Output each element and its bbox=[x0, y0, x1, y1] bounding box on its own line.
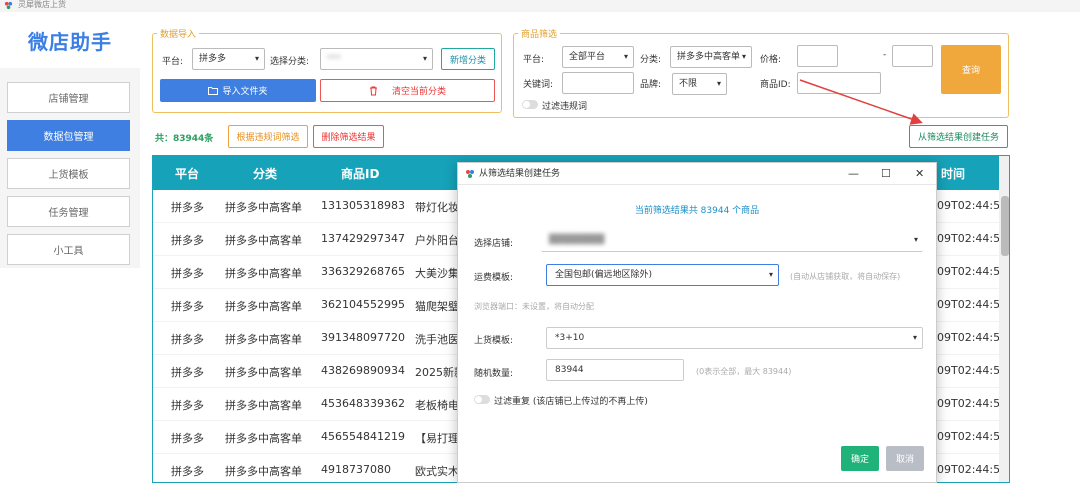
random-count-input[interactable]: 83944 bbox=[546, 359, 684, 381]
dialog-title: 从筛选结果创建任务 bbox=[479, 169, 561, 179]
close-icon[interactable]: ✕ bbox=[915, 163, 924, 185]
chevron-down-icon: ▾ bbox=[912, 333, 917, 342]
dedupe-label: 过滤重复 (该店铺已上传过的不再上传) bbox=[494, 397, 648, 407]
chevron-down-icon: ▾ bbox=[913, 235, 918, 244]
template-label: 上货模板: bbox=[474, 336, 514, 346]
shipping-value: 全国包邮(偏远地区除外) bbox=[555, 270, 653, 280]
dialog-summary: 当前筛选结果共 83944 个商品 bbox=[634, 206, 760, 216]
confirm-button[interactable]: 确定 bbox=[841, 446, 879, 471]
browser-port-note: 浏览器端口：未设置，将自动分配 bbox=[474, 302, 594, 311]
dedupe-toggle[interactable] bbox=[474, 395, 490, 404]
store-select[interactable]: ████████ ▾ bbox=[541, 230, 923, 252]
random-count-hint: (0表示全部，最大 83944) bbox=[696, 367, 792, 376]
dialog-titlebar: 从筛选结果创建任务 — ☐ ✕ bbox=[458, 163, 936, 185]
cancel-button[interactable]: 取消 bbox=[886, 446, 924, 471]
arrow-to-create-task bbox=[799, 79, 923, 125]
app-icon bbox=[466, 170, 474, 178]
maximize-icon[interactable]: ☐ bbox=[881, 163, 891, 185]
shipping-select[interactable]: 全国包邮(偏远地区除外) ▾ bbox=[546, 264, 779, 286]
shipping-hint: (自动从店铺获取，将自动保存) bbox=[790, 272, 901, 281]
template-select[interactable]: *3+10 ▾ bbox=[546, 327, 923, 349]
minimize-icon[interactable]: — bbox=[848, 163, 859, 185]
template-value: *3+10 bbox=[555, 333, 585, 343]
shipping-label: 运费模板: bbox=[474, 273, 514, 283]
store-value: ████████ bbox=[549, 235, 605, 245]
random-count-label: 随机数量: bbox=[474, 369, 514, 379]
store-label: 选择店铺: bbox=[474, 239, 514, 249]
random-count-value: 83944 bbox=[555, 365, 584, 375]
create-task-dialog: 从筛选结果创建任务 — ☐ ✕ 当前筛选结果共 83944 个商品 选择店铺: … bbox=[457, 162, 937, 483]
chevron-down-icon: ▾ bbox=[768, 270, 773, 279]
